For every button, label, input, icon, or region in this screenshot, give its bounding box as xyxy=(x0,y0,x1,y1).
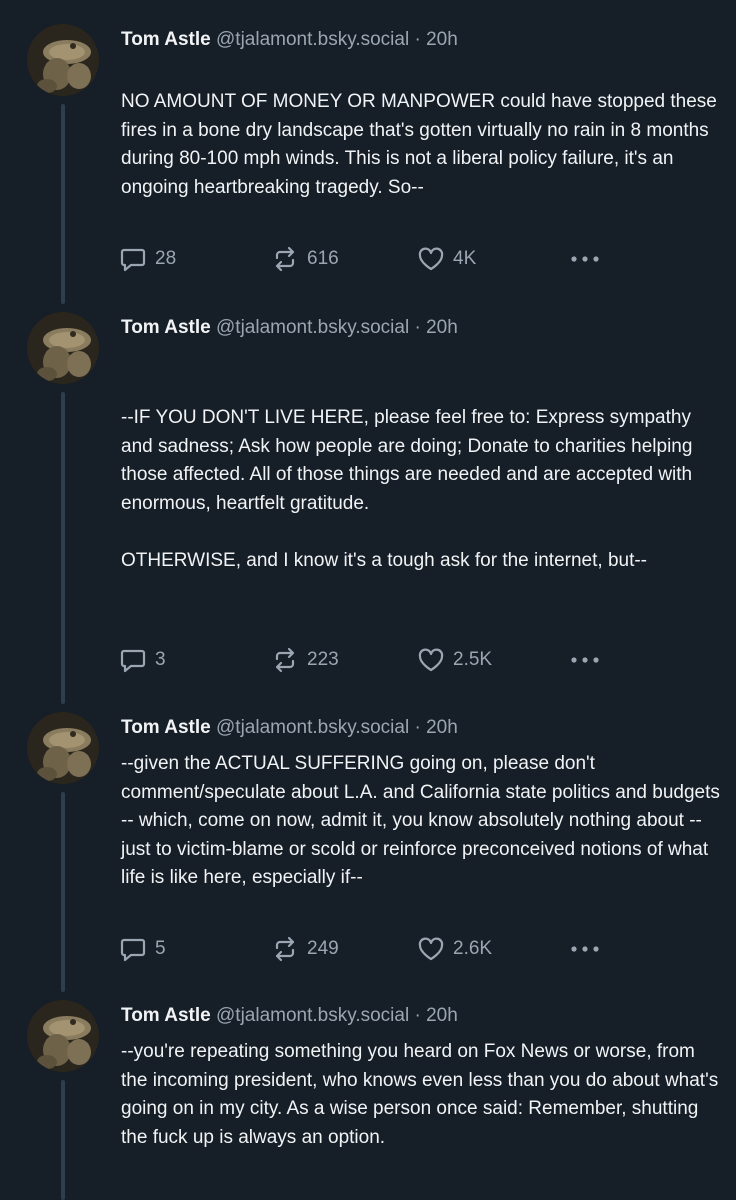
separator: · xyxy=(414,317,421,338)
more-options-button[interactable] xyxy=(569,645,609,675)
repost-count: 616 xyxy=(307,248,339,269)
repost-count: 223 xyxy=(307,649,339,670)
like-button[interactable]: 4K xyxy=(417,244,476,274)
ellipsis-icon xyxy=(571,256,599,262)
post-header: Tom Astle @tjalamont.bsky.social · 20h xyxy=(121,1004,458,1028)
separator: · xyxy=(414,1005,421,1026)
heart-icon xyxy=(418,937,444,961)
post-actions: 5 249 2.6K xyxy=(119,934,619,964)
ellipsis-icon xyxy=(571,946,599,952)
more-options-button[interactable] xyxy=(569,934,609,964)
post-text: --IF YOU DON'T LIVE HERE, please feel fr… xyxy=(121,407,693,571)
thread-line xyxy=(61,392,65,704)
post-header: Tom Astle @tjalamont.bsky.social · 20h xyxy=(121,716,458,740)
repost-icon xyxy=(275,936,295,962)
post-actions: 3 223 2.5K xyxy=(119,645,619,675)
repost-count: 249 xyxy=(307,938,339,959)
repost-button[interactable]: 223 xyxy=(271,645,339,675)
separator: · xyxy=(414,717,421,738)
author-handle[interactable]: @tjalamont.bsky.social xyxy=(216,1005,409,1026)
thread-line xyxy=(61,1080,65,1200)
repost-button[interactable]: 616 xyxy=(271,244,339,274)
heart-icon xyxy=(418,648,444,672)
like-button[interactable]: 2.5K xyxy=(417,645,492,675)
author-name[interactable]: Tom Astle xyxy=(121,1005,211,1026)
reply-button[interactable]: 5 xyxy=(119,934,166,964)
author-name[interactable]: Tom Astle xyxy=(121,717,211,738)
like-count: 2.6K xyxy=(453,938,493,959)
more-options-button[interactable] xyxy=(569,244,609,274)
post-text: --given the ACTUAL SUFFERING going on, p… xyxy=(121,753,726,888)
avatar[interactable] xyxy=(27,1000,99,1072)
like-count: 4K xyxy=(453,248,477,269)
separator: · xyxy=(414,29,421,50)
reply-icon xyxy=(120,938,146,962)
post-text: NO AMOUNT OF MONEY OR MANPOWER could hav… xyxy=(121,91,723,198)
reply-button[interactable]: 28 xyxy=(119,244,176,274)
ellipsis-icon xyxy=(571,657,599,663)
post-actions: 28 616 4K xyxy=(119,244,619,274)
author-handle[interactable]: @tjalamont.bsky.social xyxy=(216,29,409,50)
reply-count: 5 xyxy=(155,938,166,959)
heart-icon xyxy=(418,247,444,271)
avatar[interactable] xyxy=(27,712,99,784)
author-handle[interactable]: @tjalamont.bsky.social xyxy=(216,717,409,738)
avatar[interactable] xyxy=(27,312,99,384)
like-count: 2.5K xyxy=(453,649,493,670)
thread-line xyxy=(61,792,65,992)
post-header: Tom Astle @tjalamont.bsky.social · 20h xyxy=(121,316,458,340)
reply-icon xyxy=(120,649,146,673)
thread-line xyxy=(61,104,65,304)
post-header: Tom Astle @tjalamont.bsky.social · 20h xyxy=(121,28,458,52)
timestamp[interactable]: 20h xyxy=(426,717,458,738)
reply-count: 28 xyxy=(155,248,177,269)
avatar[interactable] xyxy=(27,24,99,96)
author-name[interactable]: Tom Astle xyxy=(121,317,211,338)
reply-button[interactable]: 3 xyxy=(119,645,166,675)
author-name[interactable]: Tom Astle xyxy=(121,29,211,50)
repost-button[interactable]: 249 xyxy=(271,934,339,964)
reply-icon xyxy=(120,248,146,272)
repost-icon xyxy=(275,246,295,272)
like-button[interactable]: 2.6K xyxy=(417,934,492,964)
timestamp[interactable]: 20h xyxy=(426,29,458,50)
timestamp[interactable]: 20h xyxy=(426,1005,458,1026)
post-text: --you're repeating something you heard o… xyxy=(121,1041,724,1148)
repost-icon xyxy=(275,647,295,673)
reply-count: 3 xyxy=(155,649,166,670)
author-handle[interactable]: @tjalamont.bsky.social xyxy=(216,317,409,338)
timestamp[interactable]: 20h xyxy=(426,317,458,338)
